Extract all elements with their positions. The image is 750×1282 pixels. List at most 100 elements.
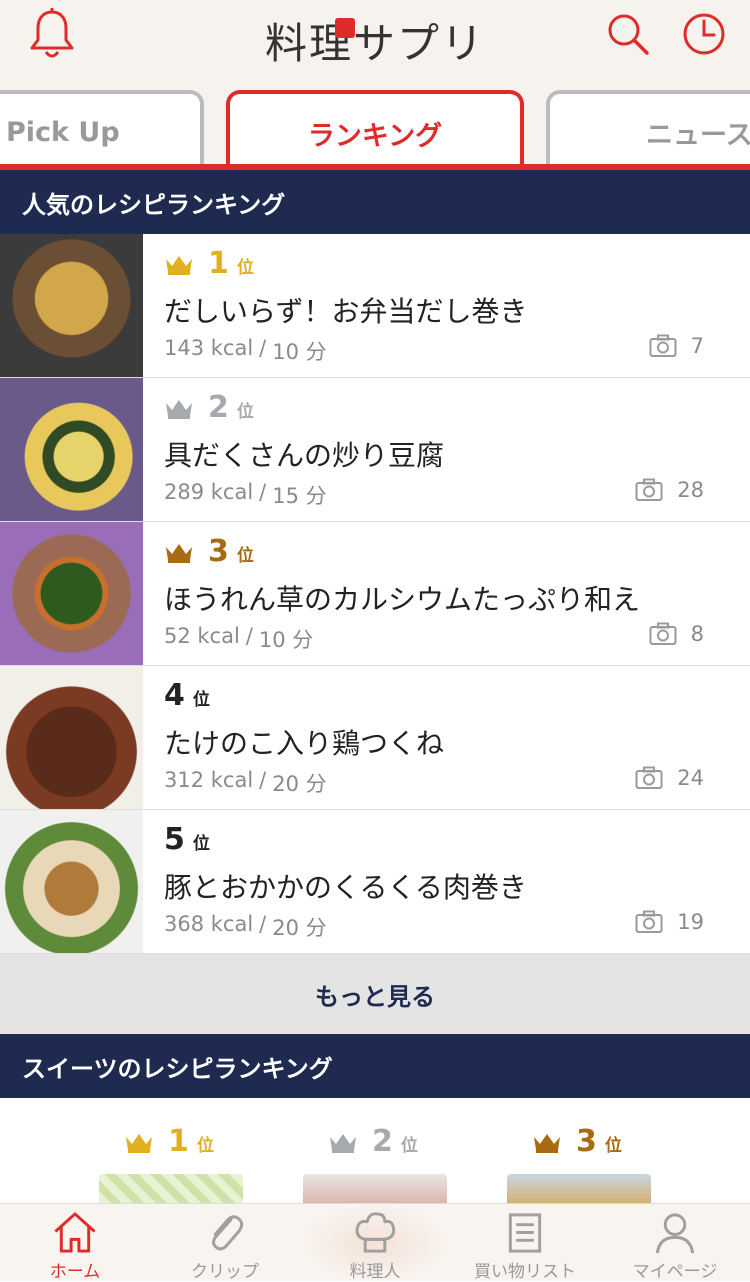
section-heading-popular: 人気のレシピランキング [0,170,750,234]
recipe-time: 15 分 [272,484,327,508]
recipe-thumbnail[interactable] [0,522,143,665]
rank-suffix: 位 [192,834,210,854]
photo-count: 19 [635,910,704,934]
crown-icon [534,1133,560,1153]
tab-label: Pick Up [6,116,120,148]
recipe-row[interactable]: 4 位 たけのこ入り鶏つくね 312 kcal / 20 分 24 [0,666,750,810]
meta-separator: / [245,624,253,648]
search-icon[interactable] [600,6,656,62]
recipe-row[interactable]: 3 位 ほうれん草のカルシウムたっぷり和え 52 kcal / 10 分 8 [0,522,750,666]
home-icon [54,1212,96,1253]
recipe-row[interactable]: 5 位 豚とおかかのくるくる肉巻き 368 kcal / 20 分 19 [0,810,750,954]
photo-count-value: 7 [690,334,704,358]
recipe-title[interactable]: 具だくさんの炒り豆腐 [164,434,444,474]
rank-badge: 1 位 [164,246,254,281]
nav-mypage[interactable]: マイページ [600,1204,750,1282]
rank-suffix: 位 [400,1136,418,1156]
recipe-time: 20 分 [272,772,327,796]
meta-separator: / [259,912,267,936]
sweet-rank-2[interactable]: 2 位 [328,1124,418,1159]
nav-home[interactable]: ホーム [0,1204,150,1282]
nav-label: 買い物リスト [474,1262,576,1282]
paperclip-icon [212,1215,244,1251]
recipe-thumbnail[interactable] [0,234,143,377]
recipe-time: 10 分 [258,628,314,652]
history-clock-icon[interactable] [676,6,732,62]
meta-separator: / [259,336,267,360]
sweet-rank-3[interactable]: 3 位 [532,1124,622,1159]
recipe-meta: 143 kcal / 10 分 [164,336,333,366]
photo-count: 28 [635,478,704,502]
tab-label: ニュース [646,119,750,151]
section-heading-sweets: スイーツのレシピランキング [0,1034,750,1098]
recipe-title[interactable]: たけのこ入り鶏つくね [164,722,444,762]
recipe-thumbnail[interactable] [0,666,143,809]
rank-suffix: 位 [236,546,254,566]
photo-count-value: 8 [690,622,704,646]
camera-icon [635,910,663,933]
tab-bar: Pick Up ランキング ニュース [0,72,750,172]
recipe-time: 20 分 [272,916,327,940]
rank-badge: 2 位 [164,390,254,425]
camera-icon [635,478,663,501]
recipe-thumbnail[interactable] [0,378,143,521]
tab-label: ランキング [307,120,443,152]
nav-clip[interactable]: クリップ [150,1204,300,1282]
tab-pickup[interactable]: Pick Up [0,90,204,170]
photo-count-value: 28 [677,478,704,502]
rank-number: 4 [164,678,185,713]
recipe-thumbnail[interactable] [0,810,143,953]
recipe-row[interactable]: 1 位 だしいらず！お弁当だし巻き 143 kcal / 10 分 7 [0,234,750,378]
recipe-title[interactable]: ほうれん草のカルシウムたっぷり和え [164,578,640,618]
crown-icon [126,1133,152,1153]
recipe-meta: 368 kcal / 20 分 [164,912,333,942]
recipe-title[interactable]: 豚とおかかのくるくる肉巻き [164,866,527,906]
rank-number: 2 [372,1124,393,1159]
camera-icon [649,622,677,645]
tab-news[interactable]: ニュース [546,90,750,170]
photo-count: 7 [649,334,704,358]
photo-count: 8 [649,622,704,646]
nav-shopping-list[interactable]: 買い物リスト [450,1204,600,1282]
shopping-list-icon [508,1213,542,1253]
rank-badge: 3 位 [164,534,254,569]
sweet-rank-1[interactable]: 1 位 [124,1124,214,1159]
app-header: 料理サプリ [0,0,750,72]
recipe-meta: 312 kcal / 20 分 [164,768,333,798]
crown-icon [330,1133,356,1153]
nav-label: 料理人 [349,1262,401,1282]
recipe-meta: 52 kcal / 10 分 [164,624,319,654]
crown-icon [166,255,192,275]
nav-chef[interactable]: 料理人 [300,1204,450,1282]
rank-number: 5 [164,822,185,857]
recipe-kcal: 289 kcal [164,480,254,504]
user-icon [655,1213,695,1254]
chef-hat-icon [355,1212,396,1253]
rank-suffix: 位 [236,402,254,422]
rank-suffix: 位 [236,258,254,278]
logo-mark [335,18,355,38]
rank-suffix: 位 [196,1136,214,1156]
nav-label: ホーム [49,1262,101,1282]
recipe-kcal: 52 kcal [164,624,240,648]
nav-label: クリップ [191,1262,259,1282]
recipe-row[interactable]: 2 位 具だくさんの炒り豆腐 289 kcal / 15 分 28 [0,378,750,522]
recipe-title[interactable]: だしいらず！お弁当だし巻き [164,290,527,330]
rank-number: 2 [208,390,229,425]
rank-number: 1 [208,246,229,281]
recipe-kcal: 143 kcal [164,336,254,360]
crown-icon [166,399,192,419]
tab-ranking[interactable]: ランキング [226,90,524,172]
meta-separator: / [259,480,267,504]
more-button[interactable]: もっと見る [0,954,750,1034]
recipe-kcal: 312 kcal [164,768,254,792]
camera-icon [649,334,677,357]
rank-number: 3 [208,534,229,569]
nav-label: マイページ [632,1262,718,1282]
camera-icon [635,766,663,789]
recipe-kcal: 368 kcal [164,912,254,936]
meta-separator: / [259,768,267,792]
crown-icon [166,543,192,563]
recipe-time: 10 分 [272,340,327,364]
photo-count: 24 [635,766,704,790]
